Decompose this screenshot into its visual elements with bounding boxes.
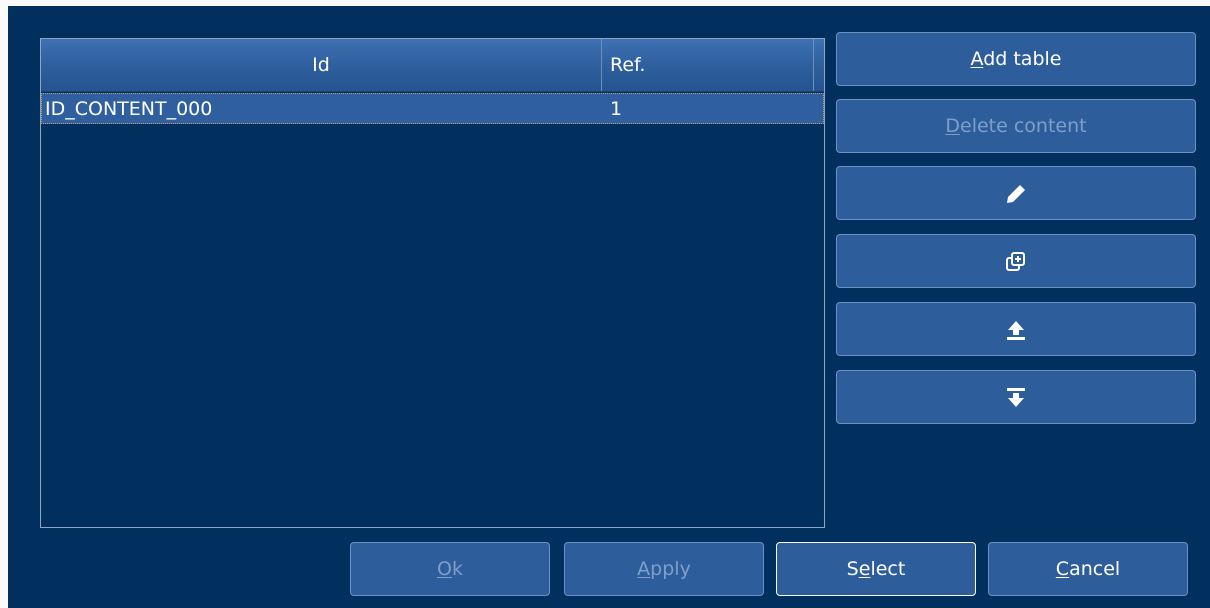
move-to-top-icon [1005,319,1027,341]
select-button[interactable]: Select [776,542,976,596]
duplicate-button[interactable] [836,234,1196,288]
table-row[interactable]: ID_CONTENT_000 1 [41,93,824,124]
column-header-id[interactable]: Id [41,39,602,91]
select-label-end: lect [870,558,906,580]
duplicate-plus-icon [1005,251,1027,273]
delete-content-label: elete content [960,115,1087,137]
edit-button[interactable] [836,166,1196,220]
content-dialog: Id Ref. ID_CONTENT_000 1 Add table Delet… [0,0,1210,608]
apply-button[interactable]: Apply [564,542,764,596]
ok-mnemonic: O [437,558,452,580]
select-mnemonic: e [858,558,871,580]
select-label-start: S [846,558,859,580]
cancel-label: ancel [1069,558,1121,580]
apply-label: pply [650,558,691,580]
move-down-button[interactable] [836,370,1196,424]
delete-content-button[interactable]: Delete content [836,99,1196,153]
add-table-button[interactable]: Add table [836,32,1196,86]
row-id-cell: ID_CONTENT_000 [45,98,213,120]
row-ref-cell: 1 [610,98,623,120]
column-header-ref[interactable]: Ref. [602,39,814,91]
ok-button[interactable]: Ok [350,542,550,596]
table-header: Id Ref. [41,39,824,92]
move-to-bottom-icon [1005,387,1027,409]
cancel-mnemonic: C [1055,558,1070,580]
ok-label: k [451,558,463,580]
content-table[interactable]: Id Ref. ID_CONTENT_000 1 [40,38,825,528]
cancel-button[interactable]: Cancel [988,542,1188,596]
move-up-button[interactable] [836,302,1196,356]
apply-mnemonic: A [637,558,651,580]
pencil-icon [1005,183,1027,205]
add-table-label: dd table [983,48,1062,70]
delete-content-mnemonic: D [945,115,961,137]
add-table-mnemonic: A [970,48,984,70]
